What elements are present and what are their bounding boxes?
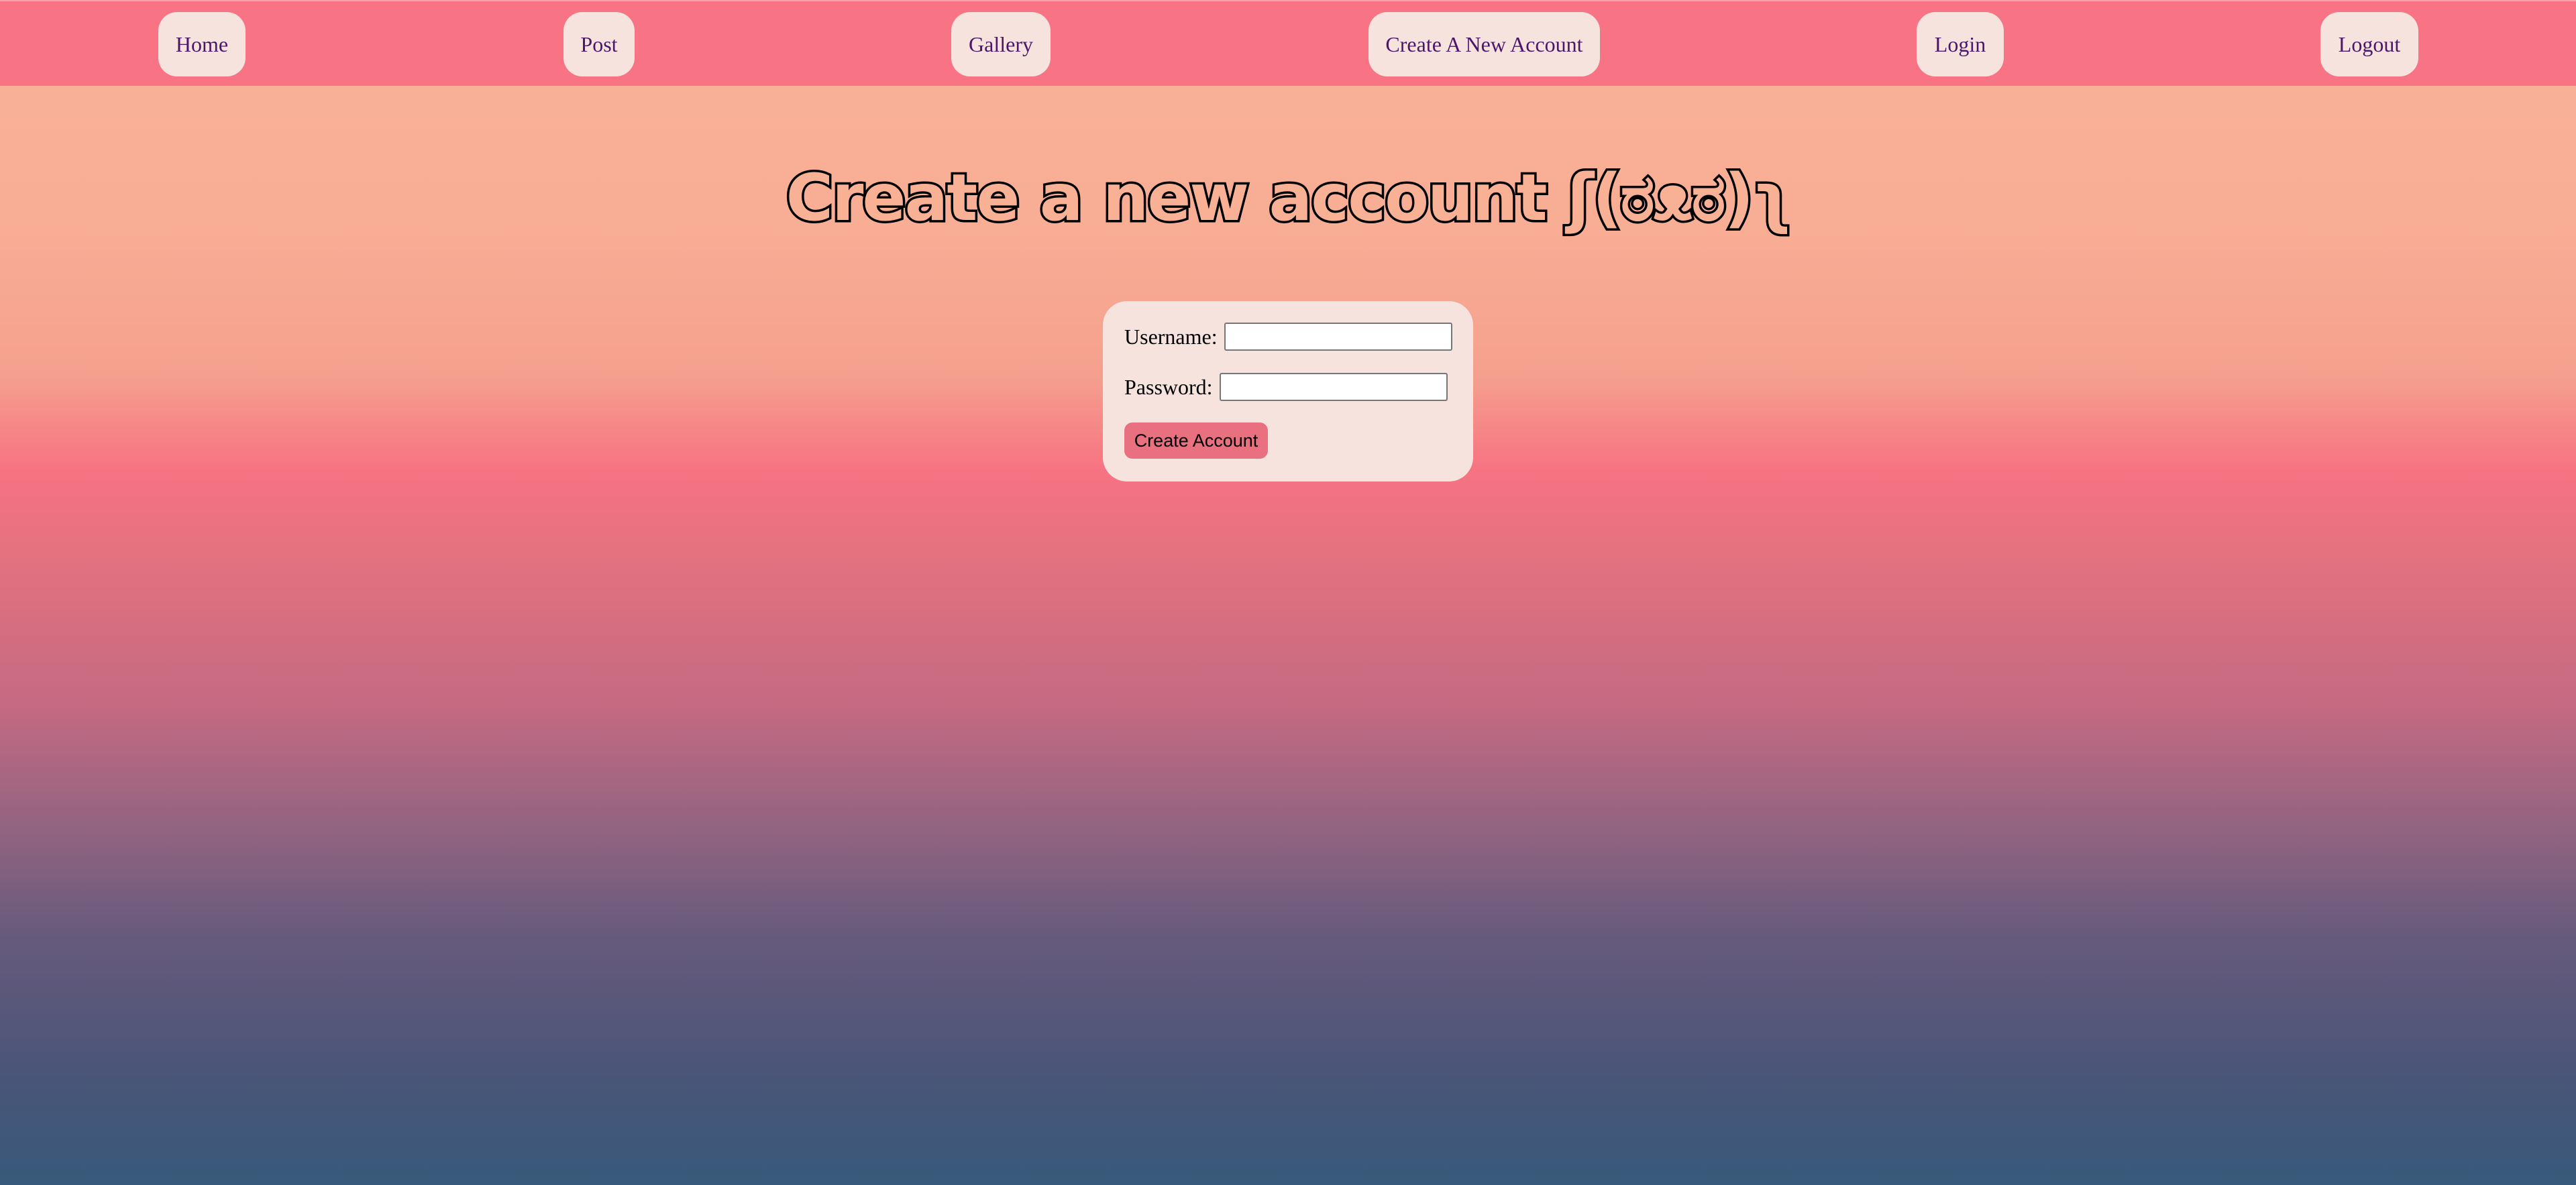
password-row: Password: [1124,372,1448,402]
username-row: Username: [1124,321,1452,352]
nav-logout-link[interactable]: Logout [2320,12,2418,76]
create-account-button[interactable]: Create Account [1124,422,1268,459]
navbar: Home Post Gallery Create A New Account L… [0,0,2576,86]
nav-gallery-link[interactable]: Gallery [951,12,1051,76]
nav-create-account-link[interactable]: Create A New Account [1368,12,1600,76]
nav-home-link[interactable]: Home [158,12,246,76]
username-input[interactable] [1224,323,1452,351]
page-title: Create a new account ʃ(ಠᴥಠ)ʅ [784,158,1794,238]
password-input[interactable] [1219,373,1448,401]
username-label: Username: [1124,324,1218,349]
password-label: Password: [1124,374,1213,399]
nav-post-link[interactable]: Post [564,12,635,76]
nav-login-link[interactable]: Login [1917,12,2004,76]
